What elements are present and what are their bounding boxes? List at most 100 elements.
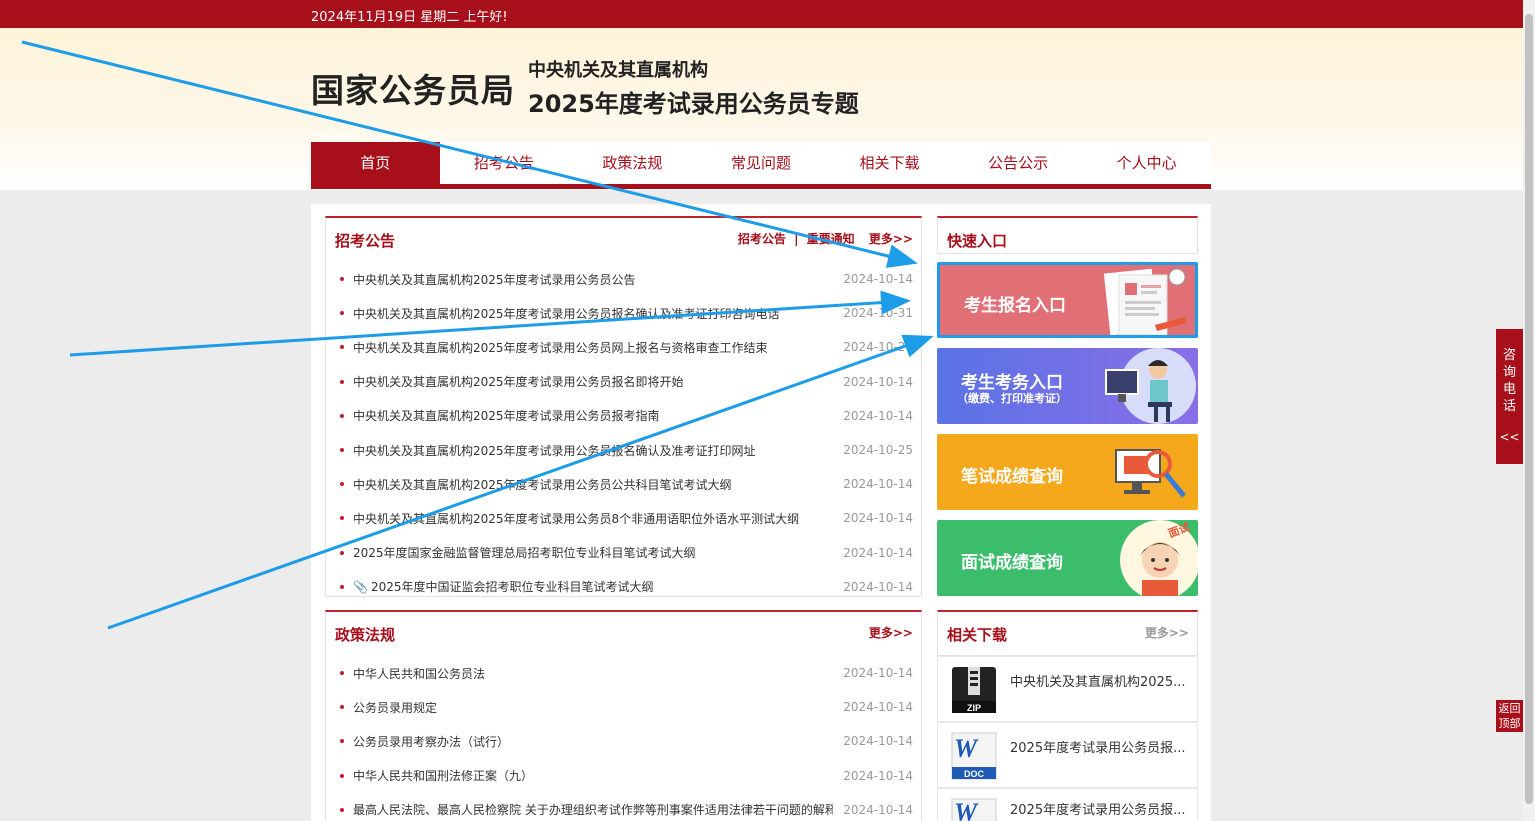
- news-title[interactable]: 中央机关及其直属机构2025年度考试录用公务员8个非通用语职位外语水平测试大纲: [353, 510, 799, 527]
- scrollbar[interactable]: [1523, 0, 1535, 821]
- policy-title[interactable]: 最高人民法院、最高人民检察院 关于办理组织考试作弊等刑事案件适用法律若干问题的解…: [353, 801, 833, 818]
- more-link[interactable]: 更多>>: [869, 232, 913, 246]
- card-sublabel: （缴费、打印准考证）: [957, 392, 1067, 405]
- candidate-registration-button[interactable]: 考生报名入口: [937, 262, 1198, 338]
- list-item[interactable]: 中华人民共和国公务员法 2024-10-14: [340, 656, 913, 690]
- bullet-icon: [340, 773, 344, 778]
- doc-file-icon: W DOC: [951, 732, 997, 780]
- policy-date: 2024-10-14: [843, 734, 913, 749]
- news-title[interactable]: 中央机关及其直属机构2025年度考试录用公务员报名确认及准考证打印网址: [353, 442, 756, 459]
- quick-entry-panel: 快速入口: [937, 216, 1198, 254]
- news-title[interactable]: 2025年度中国证监会招考职位专业科目笔试考试大纲: [371, 578, 654, 595]
- news-date: 2024-10-14: [843, 477, 913, 492]
- nav-faq[interactable]: 常见问题: [697, 142, 826, 184]
- main-nav: 首页 招考公告 政策法规 常见问题 相关下载 公告公示 个人中心: [311, 142, 1211, 189]
- list-item[interactable]: 中央机关及其直属机构2025年度考试录用公务员报考指南 2024-10-14: [340, 399, 913, 433]
- panel-links: 更多>>: [1141, 624, 1189, 641]
- nav-notices[interactable]: 公告公示: [954, 142, 1083, 184]
- news-title[interactable]: 中央机关及其直属机构2025年度考试录用公务员公共科目笔试考试大纲: [353, 476, 732, 493]
- download-name[interactable]: 2025年度考试录用公务员报...: [1010, 799, 1185, 818]
- bullet-icon: [340, 516, 344, 521]
- zip-file-icon: ZIP: [952, 667, 996, 713]
- top-bar: 2024年11月19日 星期二 上午好!: [0, 0, 1523, 28]
- download-name[interactable]: 中央机关及其直属机构2025...: [1010, 671, 1185, 690]
- svg-text:W: W: [954, 734, 979, 763]
- news-title[interactable]: 中央机关及其直属机构2025年度考试录用公务员报名即将开始: [353, 373, 684, 390]
- back-to-top-button[interactable]: 返回顶部: [1496, 700, 1523, 732]
- policy-title[interactable]: 公务员录用考察办法（试行）: [353, 733, 509, 750]
- policy-title[interactable]: 中华人民共和国刑法修正案（九）: [353, 767, 533, 784]
- download-item[interactable]: W DOC 2025年度考试录用公务员报...: [937, 722, 1198, 788]
- download-item[interactable]: W 2025年度考试录用公务员报...: [937, 788, 1198, 821]
- header-subtitle-topic: 2025年度考试录用公务员专题: [528, 90, 859, 118]
- nav-downloads[interactable]: 相关下载: [825, 142, 954, 184]
- consult-label: 咨询电话: [1502, 348, 1516, 414]
- scrollbar-thumb[interactable]: [1525, 14, 1533, 804]
- card-label: 笔试成绩查询: [961, 467, 1063, 487]
- list-item[interactable]: 中央机关及其直属机构2025年度考试录用公务员公告 2024-10-14: [340, 262, 913, 296]
- link-important-notice[interactable]: 重要通知: [807, 232, 855, 246]
- policy-title[interactable]: 中华人民共和国公务员法: [353, 665, 485, 682]
- news-date: 2024-10-14: [843, 511, 913, 526]
- download-name[interactable]: 2025年度考试录用公务员报...: [1010, 737, 1185, 756]
- list-item[interactable]: 公务员录用规定 2024-10-14: [340, 690, 913, 724]
- news-title[interactable]: 中央机关及其直属机构2025年度考试录用公务员报名确认及准考证打印咨询电话: [353, 305, 780, 322]
- list-item[interactable]: 中央机关及其直属机构2025年度考试录用公务员网上报名与资格审查工作结束 2024…: [340, 330, 913, 364]
- more-link[interactable]: 更多>>: [869, 626, 913, 640]
- nav-policies[interactable]: 政策法规: [568, 142, 697, 184]
- bullet-icon: [340, 482, 344, 487]
- list-item[interactable]: 中央机关及其直属机构2025年度考试录用公务员报名即将开始 2024-10-14: [340, 365, 913, 399]
- policy-date: 2024-10-14: [843, 700, 913, 715]
- list-item[interactable]: 中央机关及其直属机构2025年度考试录用公务员报名确认及准考证打印咨询电话 202…: [340, 296, 913, 330]
- list-item[interactable]: 📎 2025年度中国证监会招考职位专业科目笔试考试大纲 2024-10-14: [340, 570, 913, 604]
- news-title[interactable]: 2025年度国家金融监督管理总局招考职位专业科目笔试考试大纲: [353, 544, 696, 561]
- download-item[interactable]: ZIP 中央机关及其直属机构2025...: [937, 656, 1198, 722]
- score-monitor-icon: [1115, 449, 1186, 498]
- policy-date: 2024-10-14: [843, 666, 913, 681]
- link-separator: |: [794, 232, 799, 246]
- bullet-icon: [340, 550, 344, 555]
- policies-panel: 政策法规 更多>> 中华人民共和国公务员法 2024-10-14 公务员录用规定 2…: [325, 610, 922, 821]
- list-item[interactable]: 中央机关及其直属机构2025年度考试录用公务员8个非通用语职位外语水平测试大纲 2…: [340, 501, 913, 535]
- list-item[interactable]: 公务员录用考察办法（试行） 2024-10-14: [340, 724, 913, 758]
- file-type-label: ZIP: [967, 703, 981, 713]
- panel-title: 相关下载: [947, 626, 1008, 644]
- date-text: 2024年11月19日 星期二 上午好!: [311, 10, 508, 25]
- policy-title[interactable]: 公务员录用规定: [353, 699, 437, 716]
- policies-list: 中华人民共和国公务员法 2024-10-14 公务员录用规定 2024-10-14 …: [340, 656, 913, 821]
- bullet-icon: [340, 739, 344, 744]
- nav-announcements[interactable]: 招考公告: [440, 142, 569, 184]
- interview-score-query-button[interactable]: 面试成绩查询 面试: [937, 520, 1198, 596]
- written-score-query-button[interactable]: 笔试成绩查询: [937, 434, 1198, 510]
- more-link[interactable]: 更多>>: [1145, 626, 1189, 640]
- announcements-list: 中央机关及其直属机构2025年度考试录用公务员公告 2024-10-14 中央机关…: [340, 262, 913, 604]
- news-date: 2024-10-14: [843, 579, 913, 594]
- back-top-label: 返回顶部: [1498, 702, 1521, 730]
- list-item[interactable]: 最高人民法院、最高人民检察院 关于办理组织考试作弊等刑事案件适用法律若干问题的解…: [340, 793, 913, 821]
- paperclip-icon: 📎: [353, 579, 368, 594]
- news-title[interactable]: 中央机关及其直属机构2025年度考试录用公务员网上报名与资格审查工作结束: [353, 339, 768, 356]
- list-item[interactable]: 中央机关及其直属机构2025年度考试录用公务员报名确认及准考证打印网址 2024-…: [340, 433, 913, 467]
- list-item[interactable]: 中央机关及其直属机构2025年度考试录用公务员公共科目笔试考试大纲 2024-10…: [340, 467, 913, 501]
- panel-links: 更多>>: [865, 624, 913, 641]
- news-date: 2024-10-25: [843, 443, 913, 458]
- site-logo[interactable]: 国家公务员局: [311, 64, 515, 112]
- bullet-icon: [340, 807, 344, 812]
- collapse-icon[interactable]: <<: [1496, 429, 1523, 446]
- bullet-icon: [340, 448, 344, 453]
- downloads-panel: 相关下载 更多>>: [937, 610, 1198, 656]
- file-type-label: DOC: [964, 769, 985, 779]
- news-date: 2024-10-14: [843, 545, 913, 560]
- card-label: 考生报名入口: [964, 296, 1066, 316]
- news-title[interactable]: 中央机关及其直属机构2025年度考试录用公务员报考指南: [353, 407, 660, 424]
- nav-home[interactable]: 首页: [311, 142, 440, 189]
- candidate-exam-affairs-button[interactable]: 考生考务入口 （缴费、打印准考证）: [937, 348, 1198, 424]
- link-announcements[interactable]: 招考公告: [738, 232, 786, 246]
- bullet-icon: [340, 413, 344, 418]
- list-item[interactable]: 中华人民共和国刑法修正案（九） 2024-10-14: [340, 759, 913, 793]
- list-item[interactable]: 2025年度国家金融监督管理总局招考职位专业科目笔试考试大纲 2024-10-14: [340, 536, 913, 570]
- nav-personal-center[interactable]: 个人中心: [1082, 142, 1211, 184]
- news-title[interactable]: 中央机关及其直属机构2025年度考试录用公务员公告: [353, 271, 636, 288]
- registration-form-icon: [1103, 268, 1187, 335]
- consult-phone-tab[interactable]: 咨询电话 <<: [1496, 329, 1523, 464]
